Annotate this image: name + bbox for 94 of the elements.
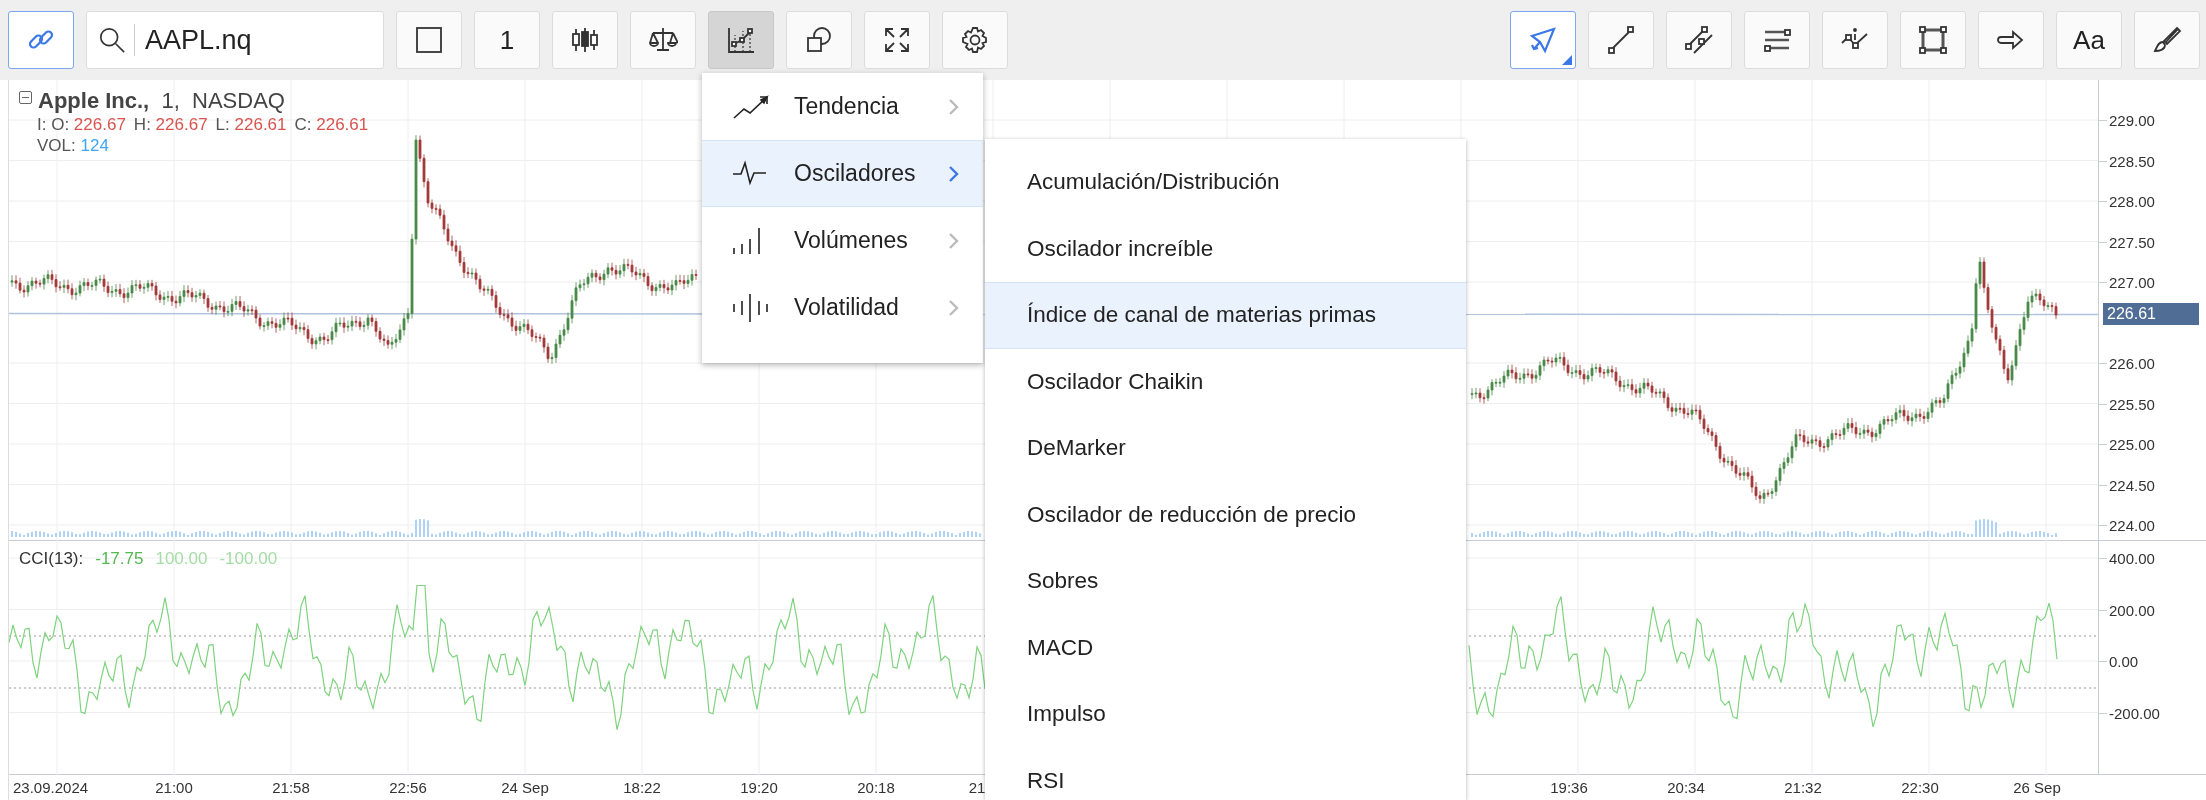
time-label: 26 Sep <box>2013 779 2061 796</box>
time-label: 21:32 <box>1784 779 1822 796</box>
axis-label: 224.50 <box>2109 476 2155 493</box>
line-button[interactable] <box>1588 11 1654 69</box>
time-label: 24 Sep <box>501 779 549 796</box>
scales-button[interactable] <box>630 11 696 69</box>
time-label: 22:56 <box>389 779 427 796</box>
menu-item[interactable]: Tendencia <box>702 73 983 140</box>
shapes-icon <box>804 25 834 55</box>
axis-label: 200.00 <box>2109 601 2155 618</box>
submenu-item[interactable]: DeMarker <box>985 415 1466 482</box>
menu-label: Osciladores <box>794 160 917 187</box>
time-label: 23.09.2024 <box>13 779 89 796</box>
time-label: 21:58 <box>272 779 310 796</box>
ohlc-value: L: 226.61 <box>215 115 287 135</box>
settings-button[interactable] <box>942 11 1008 69</box>
submenu-item[interactable]: Índice de canal de materias primas <box>985 282 1466 349</box>
candles-button[interactable] <box>552 11 618 69</box>
submenu-item[interactable]: Oscilador increíble <box>985 215 1466 282</box>
brush-icon <box>2152 25 2182 55</box>
chevron-icon <box>947 96 961 117</box>
rectangle-button[interactable] <box>1900 11 1966 69</box>
axis-label: 225.00 <box>2109 435 2155 453</box>
shapes-button[interactable] <box>786 11 852 69</box>
indicator-value: -100.00 <box>219 549 278 569</box>
brush-button[interactable] <box>2134 11 2200 69</box>
axis-label: 229.00 <box>2109 111 2155 129</box>
rectangle-icon <box>1918 25 1948 55</box>
ohlc-value: I: O: 226.67 <box>37 115 126 135</box>
link-button[interactable] <box>8 11 74 69</box>
toolbar-button[interactable]: Aa <box>2056 11 2122 69</box>
axis-label: 0.00 <box>2109 652 2139 670</box>
submenu-item[interactable]: MACD <box>985 614 1466 681</box>
time-label: 21 <box>968 779 986 796</box>
time-label: 19:20 <box>740 779 778 796</box>
ohlc-value: C: 226.61 <box>294 115 369 135</box>
fullscreen-icon <box>882 25 912 55</box>
parallel-lines-icon <box>1684 25 1714 55</box>
search-field[interactable]: AAPL.nq <box>86 11 384 69</box>
menu-item[interactable]: Volatilidad <box>702 274 983 341</box>
submenu-item[interactable]: Acumulación/Distribución <box>985 149 1466 216</box>
info-line-button[interactable] <box>1822 11 1888 69</box>
axis-label: 400.00 <box>2109 549 2155 567</box>
axis-label: 227.00 <box>2109 273 2155 291</box>
cursor-icon <box>1528 25 1558 55</box>
fullscreen-button[interactable] <box>864 11 930 69</box>
square-icon <box>414 25 444 55</box>
axis-label: 228.50 <box>2109 152 2155 169</box>
volatility-icon <box>732 292 770 323</box>
square-button[interactable] <box>396 11 462 69</box>
submenu-item[interactable]: Sobres <box>985 548 1466 615</box>
indicator-value: 100.00 <box>155 549 208 569</box>
indicator-value: -17.75 <box>95 549 144 569</box>
submenu-item[interactable]: Impulso <box>985 681 1466 748</box>
collapse-icon[interactable] <box>19 91 32 104</box>
axis-label: 226.00 <box>2109 354 2155 372</box>
menu-item[interactable]: Volúmenes <box>702 207 983 274</box>
chevron-icon <box>947 230 961 251</box>
axis-label: 228.00 <box>2109 192 2155 210</box>
axis-label: -200.00 <box>2109 704 2160 721</box>
menu-label: Volatilidad <box>794 294 900 321</box>
time-label: 20:34 <box>1667 779 1705 796</box>
chart-indicator-icon <box>726 25 756 55</box>
time-label: 21:00 <box>155 779 193 796</box>
chevron-icon <box>947 297 961 318</box>
axis-label: 227.50 <box>2109 233 2155 250</box>
submenu-item[interactable]: Oscilador de reducción de precio <box>985 481 1466 548</box>
indicators-button[interactable] <box>708 11 774 69</box>
time-label: 18:22 <box>623 779 661 796</box>
toolbar-button[interactable]: 1 <box>474 11 540 69</box>
hlines-button[interactable] <box>1744 11 1810 69</box>
time-label: 19:36 <box>1550 779 1588 796</box>
cursor-button[interactable] <box>1510 11 1576 69</box>
time-label: 20:18 <box>857 779 895 796</box>
line-tool-icon <box>1606 25 1636 55</box>
search-icon <box>98 26 126 54</box>
parallel-button[interactable] <box>1666 11 1732 69</box>
ohlc-value: H: 226.67 <box>133 115 208 135</box>
settings-icon <box>960 25 990 55</box>
menu-item[interactable]: Osciladores <box>702 140 983 207</box>
time-label: 22:30 <box>1901 779 1939 796</box>
menu-label: Volúmenes <box>794 227 909 254</box>
candlestick-icon <box>570 25 600 55</box>
axis-label: 225.50 <box>2109 395 2155 412</box>
indicator-label: CCI(13): <box>19 549 84 569</box>
submenu-item[interactable]: Oscilador Chaikin <box>985 348 1466 415</box>
submenu-item[interactable]: RSI <box>985 747 1466 800</box>
chart-title: Apple Inc., 1, NASDAQ <box>38 88 285 114</box>
volume-value: VOL: 124 <box>37 136 109 156</box>
arrow-button[interactable] <box>1978 11 2044 69</box>
menu-label: Tendencia <box>794 93 900 120</box>
chevron-icon <box>947 163 961 184</box>
price-tag: 226.61 <box>2103 302 2199 325</box>
axis-label: 224.00 <box>2109 516 2155 534</box>
